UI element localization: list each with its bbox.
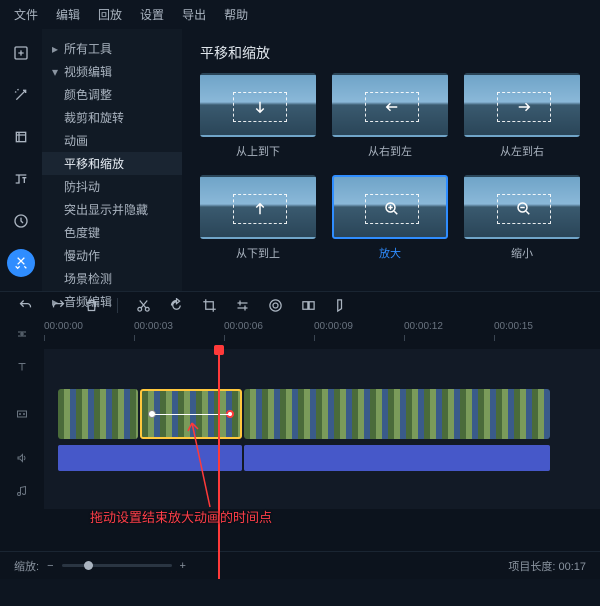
video-clip-1[interactable]: [58, 389, 138, 439]
menu-help[interactable]: 帮助: [224, 6, 248, 23]
audio-clip-2[interactable]: [244, 445, 550, 471]
menu-settings[interactable]: 设置: [140, 6, 164, 23]
effect-top-to-bottom[interactable]: 从上到下: [200, 73, 316, 159]
tree-highlight[interactable]: 突出显示并隐藏: [42, 198, 182, 221]
add-track-icon[interactable]: [0, 328, 44, 340]
music-track-head[interactable]: [0, 485, 44, 497]
tree-animation[interactable]: 动画: [42, 129, 182, 152]
audio-track-head[interactable]: [0, 452, 44, 464]
video-track-head[interactable]: [0, 408, 44, 420]
tree-video-edit[interactable]: 视频编辑: [42, 60, 182, 83]
tree-scene[interactable]: 场景检测: [42, 267, 182, 290]
duration-value: 00:17: [558, 561, 586, 573]
effect-right-to-left[interactable]: 从右到左: [332, 73, 448, 159]
transition-icon[interactable]: [301, 298, 316, 313]
effect-zoom-in[interactable]: 放大: [332, 175, 448, 261]
redo-button[interactable]: [51, 298, 66, 313]
tree-crop-rotate[interactable]: 裁剪和旋转: [42, 106, 182, 129]
annotation-text: 拖动设置结束放大动画的时间点: [90, 507, 272, 526]
crop-icon[interactable]: [7, 123, 35, 151]
menu-file[interactable]: 文件: [14, 6, 38, 23]
crop-tool-icon[interactable]: [202, 298, 217, 313]
add-icon[interactable]: [7, 39, 35, 67]
effects-panel: 平移和缩放 从上到下 从右到左 从左到右 从下到上 放大 缩小: [182, 29, 600, 291]
effect-bottom-to-top[interactable]: 从下到上: [200, 175, 316, 261]
marker-icon[interactable]: [334, 298, 349, 313]
menu-export[interactable]: 导出: [182, 6, 206, 23]
effect-zoom-out[interactable]: 缩小: [464, 175, 580, 261]
delete-button[interactable]: [84, 298, 99, 313]
tree-slowmo[interactable]: 慢动作: [42, 244, 182, 267]
category-tree: 所有工具 视频编辑 颜色调整 裁剪和旋转 动画 平移和缩放 防抖动 突出显示并隐…: [42, 29, 182, 291]
effects-title: 平移和缩放: [200, 43, 582, 63]
ruler[interactable]: 00:00:00 00:00:03 00:00:06 00:00:09 00:0…: [0, 319, 600, 349]
wand-icon[interactable]: [7, 81, 35, 109]
tree-color[interactable]: 颜色调整: [42, 83, 182, 106]
record-icon[interactable]: [268, 298, 283, 313]
duration-label: 项目长度:: [508, 561, 555, 573]
zoom-slider[interactable]: [62, 564, 172, 567]
menu-edit[interactable]: 编辑: [56, 6, 80, 23]
zoom-label: 缩放:: [14, 558, 39, 574]
tools-icon[interactable]: [7, 249, 35, 277]
clock-icon[interactable]: [7, 207, 35, 235]
tree-all-tools[interactable]: 所有工具: [42, 37, 182, 60]
tool-rail: [0, 29, 42, 291]
effect-left-to-right[interactable]: 从左到右: [464, 73, 580, 159]
menu-playback[interactable]: 回放: [98, 6, 122, 23]
zoom-in-icon[interactable]: +: [180, 560, 186, 572]
adjust-icon[interactable]: [235, 298, 250, 313]
rotate-icon[interactable]: [169, 298, 184, 313]
tree-stabilize[interactable]: 防抖动: [42, 175, 182, 198]
undo-button[interactable]: [18, 298, 33, 313]
zoom-out-icon[interactable]: −: [47, 560, 53, 572]
text-icon[interactable]: [7, 165, 35, 193]
status-bar: 缩放: − + 项目长度: 00:17: [0, 551, 600, 579]
timeline[interactable]: 拖动设置结束放大动画的时间点 缩放: − + 项目长度: 00:17: [0, 349, 600, 579]
menubar: 文件 编辑 回放 设置 导出 帮助: [0, 0, 600, 29]
annotation-arrow: [180, 419, 220, 509]
text-track-head[interactable]: [0, 361, 44, 373]
cut-icon[interactable]: [136, 298, 151, 313]
video-clip-2[interactable]: [244, 389, 550, 439]
tree-pan-zoom[interactable]: 平移和缩放: [42, 152, 182, 175]
tree-chroma[interactable]: 色度键: [42, 221, 182, 244]
